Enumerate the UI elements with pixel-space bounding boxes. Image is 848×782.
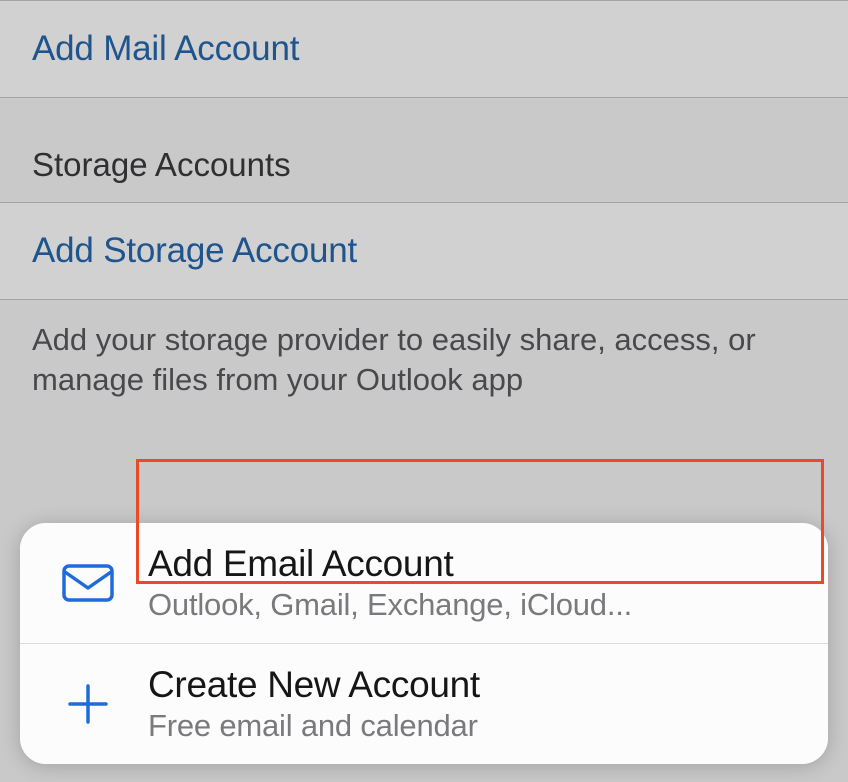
create-new-account-option[interactable]: Create New Account Free email and calend… <box>20 644 828 764</box>
envelope-icon <box>62 564 114 602</box>
add-email-text-wrap: Add Email Account Outlook, Gmail, Exchan… <box>148 543 800 623</box>
create-new-text-wrap: Create New Account Free email and calend… <box>148 664 800 744</box>
envelope-icon-wrap <box>28 564 148 602</box>
create-new-title: Create New Account <box>148 664 800 706</box>
add-email-title: Add Email Account <box>148 543 800 585</box>
plus-icon <box>66 682 110 726</box>
create-new-subtitle: Free email and calendar <box>148 708 800 744</box>
add-account-action-sheet: Add Email Account Outlook, Gmail, Exchan… <box>20 523 828 764</box>
plus-icon-wrap <box>28 682 148 726</box>
add-email-subtitle: Outlook, Gmail, Exchange, iCloud... <box>148 587 800 623</box>
add-email-account-option[interactable]: Add Email Account Outlook, Gmail, Exchan… <box>20 523 828 644</box>
